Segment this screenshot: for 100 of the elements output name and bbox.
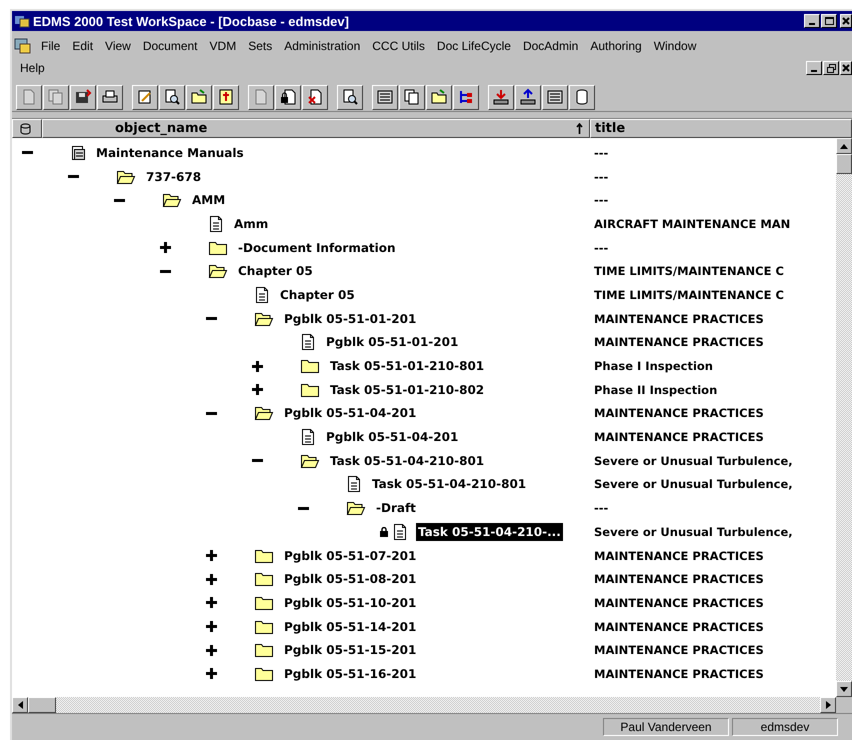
edit-icon[interactable] [132,84,158,110]
item-title: Severe or Unusual Turbulence, [594,477,793,492]
item-name[interactable]: Pgblk 05-51-01-201 [282,310,418,328]
close-button[interactable] [840,14,852,28]
item-name[interactable]: Pgblk 05-51-07-201 [282,546,418,565]
scroll-thumb[interactable] [836,154,852,174]
item-title: MAINTENANCE PRACTICES [594,430,764,444]
scroll-down-icon[interactable] [840,686,848,692]
new-document-icon[interactable] [16,84,42,110]
app-icon [14,13,30,29]
document-icon [300,333,316,352]
menu-item[interactable]: Doc LifeCycle [430,39,517,53]
item-name[interactable]: Pgblk 05-51-04-201 [282,404,418,422]
expander-icon[interactable] [206,668,217,680]
item-name[interactable]: -Document Information [236,238,398,257]
menu-item[interactable]: Authoring [584,39,648,53]
minimize-button[interactable] [804,14,820,28]
menu-item[interactable]: Help [14,61,51,75]
item-name[interactable]: Pgblk 05-51-16-201 [282,664,418,683]
scroll-up-icon[interactable] [840,144,848,148]
item-name[interactable]: Chapter 05 [278,286,357,304]
menu-item[interactable]: Window [648,39,702,53]
menu-item[interactable]: View [99,39,137,53]
document-icon [208,214,224,233]
cancel-icon[interactable] [302,84,328,110]
maximize-button[interactable] [821,14,837,28]
minimize-button[interactable] [806,61,822,75]
save-icon[interactable] [70,84,96,110]
menu-item[interactable]: Sets [242,39,278,53]
tree-icon[interactable] [453,84,479,110]
item-title: Severe or Unusual Turbulence, [594,454,793,468]
menu-item[interactable]: Document [136,39,204,53]
view-icon[interactable] [159,84,185,110]
folders-icon[interactable] [426,84,452,110]
item-name[interactable]: Maintenance Manuals [94,144,246,162]
item-name[interactable]: 737-678 [144,168,204,186]
scroll-thumb[interactable] [28,697,56,713]
item-name[interactable]: Task 05-51-04-210-801 [370,475,528,494]
item-title: --- [594,240,608,255]
export-icon[interactable] [515,84,541,110]
expander-icon[interactable] [252,384,263,396]
document-icon [346,475,362,494]
status-panel: Paul Vanderveen [603,718,729,736]
item-name[interactable]: -Draft [374,499,418,518]
item-name[interactable]: AMM [190,191,228,210]
print-icon[interactable] [97,84,123,110]
item-name[interactable]: Chapter 05 [236,262,315,280]
lock-icon[interactable] [275,84,301,110]
item-name[interactable]: Pgblk 05-51-14-201 [282,618,418,636]
item-title: TIME LIMITS/MAINTENANCE C [594,288,784,302]
copy-icon[interactable] [399,84,425,110]
item-name[interactable]: Task 05-51-04-210-... [416,522,563,541]
item-title: MAINTENANCE PRACTICES [594,312,764,326]
item-title: MAINTENANCE PRACTICES [594,335,764,350]
menu-item[interactable]: Edit [66,39,100,53]
search-icon[interactable] [337,84,363,110]
database-icon[interactable] [569,84,595,110]
import-icon[interactable] [488,84,514,110]
item-name[interactable]: Pgblk 05-51-04-201 [324,428,460,446]
maximize-icon [824,16,834,26]
column-header[interactable]: object_name [42,119,590,138]
scroll-left-icon[interactable] [18,701,22,709]
item-title: --- [594,170,608,184]
grid-icon[interactable] [372,84,398,110]
open-folder-icon[interactable] [186,84,212,110]
column-header[interactable] [12,119,42,138]
menu-item[interactable]: DocAdmin [516,39,584,53]
close-button[interactable] [840,61,852,75]
item-name[interactable]: Pgblk 05-51-01-201 [324,333,460,352]
expander-icon[interactable] [206,574,217,585]
vertical-scrollbar[interactable] [836,138,852,697]
item-name[interactable]: Task 05-51-01-210-801 [328,357,486,376]
menu-item[interactable]: File [35,39,66,53]
horizontal-scrollbar[interactable] [12,697,852,713]
menu-item[interactable]: Administration [278,39,366,53]
item-title: MAINTENANCE PRACTICES [594,406,764,420]
copy-icon[interactable] [43,84,69,110]
close-icon [842,17,850,25]
scroll-right-icon[interactable] [826,701,830,709]
status-panel: edmsdev [732,718,838,736]
expander-icon[interactable] [206,597,217,608]
item-name[interactable]: Amm [232,214,270,233]
item-name[interactable]: Task 05-51-01-210-802 [328,380,486,399]
expander-icon[interactable] [206,621,217,632]
menu-item[interactable]: CCC Utils [366,39,431,53]
item-name[interactable]: Pgblk 05-51-08-201 [282,570,418,588]
expander-icon[interactable] [206,550,217,562]
document-icon [254,286,270,304]
expander-icon[interactable] [206,644,217,656]
item-name[interactable]: Task 05-51-04-210-801 [328,452,486,470]
expander-icon[interactable] [252,360,263,372]
item-name[interactable]: Pgblk 05-51-10-201 [282,594,418,612]
column-header[interactable]: title [590,119,852,138]
item-title: Phase II Inspection [594,382,718,397]
database-icon [20,122,31,134]
restore-button[interactable] [823,61,839,75]
document-window-icon[interactable] [14,38,32,54]
menu-item[interactable]: VDM [204,39,242,53]
item-name[interactable]: Pgblk 05-51-15-201 [282,641,418,660]
expander-icon[interactable] [160,242,171,254]
